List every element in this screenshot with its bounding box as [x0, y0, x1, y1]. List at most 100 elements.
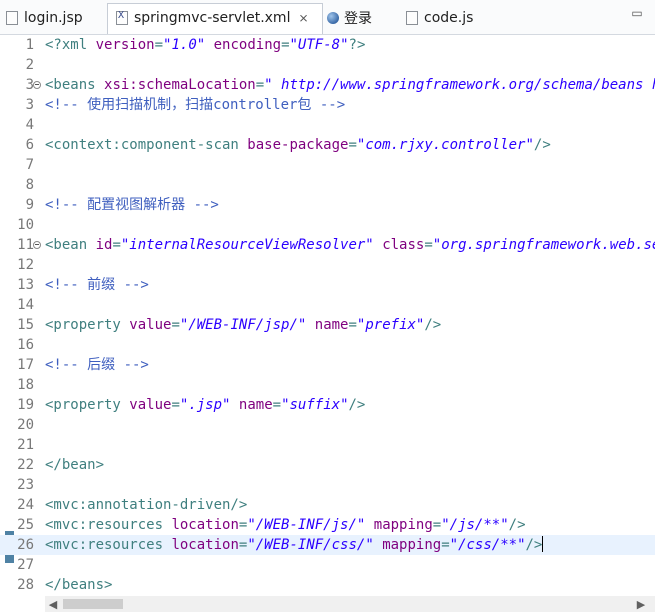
code-line[interactable]: 18 [0, 375, 655, 395]
view-menu-icon[interactable]: ▭ [628, 4, 646, 22]
code-line[interactable]: 22 </bean> [0, 455, 655, 475]
token-tag [230, 397, 238, 413]
token-val: "com.rjxy.controller" [356, 137, 534, 153]
token-attr: version [95, 37, 155, 53]
scroll-right-arrow-icon[interactable]: ▶ [633, 596, 649, 612]
tab-login-browser[interactable]: 登录 [327, 4, 372, 32]
token-tag: ?> [348, 37, 366, 53]
token-val: "/WEB-INF/js/" [247, 517, 366, 533]
close-icon[interactable]: ⨯ [298, 11, 308, 25]
token-tag: <mvc:resources [45, 537, 172, 553]
token-tag [374, 537, 382, 553]
line-number: 27 [17, 557, 34, 573]
code-line[interactable]: 10 [0, 215, 655, 235]
line-number: 17 [17, 357, 34, 373]
token-tag: <mvc:resources [45, 517, 172, 533]
code-line[interactable]: 13 <!-- 前缀 --> [0, 275, 655, 295]
token-tag [374, 237, 382, 253]
code-line[interactable]: 9 <!-- 配置视图解析器 --> [0, 195, 655, 215]
code-text: <!-- 配置视图解析器 --> [45, 195, 655, 215]
fold-toggle-icon[interactable] [33, 81, 41, 89]
tab-code-js[interactable]: code.js [406, 4, 473, 32]
token-val: "1.0" [163, 37, 206, 53]
line-number: 28 [17, 577, 34, 593]
token-attr: name [314, 317, 349, 333]
token-attr: location [171, 517, 239, 533]
token-tag [205, 37, 213, 53]
token-tag: = [255, 77, 265, 93]
code-text: <?xml version="1.0" encoding="UTF-8"?> [45, 35, 655, 55]
token-tag: = [281, 37, 290, 53]
code-line[interactable]: 26 <mvc:resources location = "/WEB-INF/css/… [0, 535, 655, 555]
token-tag [365, 517, 373, 533]
tab-label: springmvc-servlet.xml [134, 10, 291, 26]
code-line[interactable]: 25 <mvc:resources location = "/WEB-INF/js/"… [0, 515, 655, 535]
code-text: </bean> [45, 455, 655, 475]
token-tag: = [348, 137, 357, 153]
token-tag: /> [533, 137, 551, 153]
token-tag: <?xml [45, 37, 96, 53]
code-line[interactable]: 16 [0, 335, 655, 355]
jsp-file-icon [6, 11, 18, 25]
token-tag: <context:component-scan [45, 137, 248, 153]
code-line[interactable]: 24 <mvc:annotation-driven/> [0, 495, 655, 515]
token-tag: = [348, 317, 357, 333]
line-number: 14 [17, 297, 34, 313]
line-number: 22 [17, 457, 34, 473]
code-line[interactable]: 14 [0, 295, 655, 315]
code-line[interactable]: 15 <property value="/WEB-INF/jsp/" name="… [0, 315, 655, 335]
code-line[interactable]: 3 <!-- 使用扫描机制，扫描controller包 --> [0, 95, 655, 115]
scroll-thumb[interactable] [63, 599, 123, 609]
tab-label: login.jsp [24, 10, 83, 26]
line-number: 3 [25, 77, 34, 93]
code-text: <!-- 后缀 --> [45, 355, 655, 375]
token-tag: = [112, 237, 121, 253]
token-tag: <property [45, 317, 130, 333]
scroll-left-arrow-icon[interactable]: ◀ [45, 596, 61, 612]
tab-label: 登录 [344, 11, 372, 27]
xml-source-editor[interactable]: 1 <?xml version="1.0" encoding="UTF-8"?> 2… [0, 35, 655, 595]
xml-file-icon [116, 10, 128, 25]
code-line[interactable]: 2 [0, 55, 655, 75]
token-attr: value [129, 317, 172, 333]
horizontal-scrollbar[interactable]: ◀ ▶ [45, 596, 655, 612]
token-attr: mapping [382, 537, 442, 553]
line-number: 8 [25, 177, 34, 193]
code-line[interactable]: 23 [0, 475, 655, 495]
code-line[interactable]: 12 [0, 255, 655, 275]
line-number: 3 [25, 97, 34, 113]
code-line[interactable]: 28 </beans> [0, 575, 655, 595]
code-text: <mvc:annotation-driven/> [45, 495, 655, 515]
line-number: 16 [17, 337, 34, 353]
line-number: 4 [25, 117, 34, 133]
code-line[interactable]: 11 <bean id="internalResourceViewResolver… [0, 235, 655, 255]
code-line[interactable]: 19 <property value=".jsp" name="suffix"/> [0, 395, 655, 415]
token-tag: = [441, 537, 450, 553]
token-val: "/WEB-INF/jsp/" [179, 317, 307, 333]
code-line[interactable]: 1 <?xml version="1.0" encoding="UTF-8"?> [0, 35, 655, 55]
code-line[interactable]: 3 <beans xsi:schemaLocation=" http://www.… [0, 75, 655, 95]
token-val: "/WEB-INF/css/" [247, 537, 374, 553]
token-attr: xsi:schemaLocation [104, 77, 256, 93]
editor-tab-bar: login.jsp springmvc-servlet.xml ⨯ 登录 cod… [0, 0, 655, 35]
code-text: <!-- 前缀 --> [45, 275, 655, 295]
token-tag [306, 317, 314, 333]
code-line[interactable]: 6 <context:component-scan base-package="c… [0, 135, 655, 155]
token-val: " http://www.springframework.org/schema/… [264, 77, 655, 93]
token-tag: <property [45, 397, 130, 413]
token-tag: = [424, 237, 433, 253]
code-text: <property value="/WEB-INF/jsp/" name="pr… [45, 315, 655, 335]
tab-springmvc-servlet-xml[interactable]: springmvc-servlet.xml ⨯ [116, 4, 309, 32]
code-line[interactable]: 8 [0, 175, 655, 195]
code-line[interactable]: 7 [0, 155, 655, 175]
line-number: 19 [17, 397, 34, 413]
code-line[interactable]: 17 <!-- 后缀 --> [0, 355, 655, 375]
code-line[interactable]: 20 [0, 415, 655, 435]
code-line[interactable]: 21 [0, 435, 655, 455]
fold-toggle-icon[interactable] [33, 241, 41, 249]
token-val: "prefix" [356, 317, 425, 333]
code-line[interactable]: 27 [0, 555, 655, 575]
code-line[interactable]: 4 [0, 115, 655, 135]
token-val: "suffix" [281, 397, 349, 413]
tab-login-jsp[interactable]: login.jsp [6, 4, 83, 32]
